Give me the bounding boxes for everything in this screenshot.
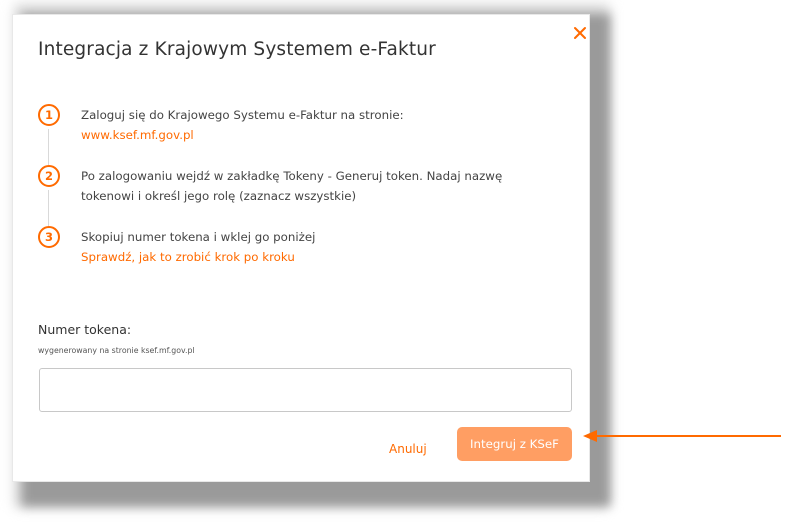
integrate-ksef-button[interactable]: Integruj z KSeF xyxy=(457,427,572,461)
step-description-cont: tokenowi i określ jego rolę (zaznacz wsz… xyxy=(81,189,357,203)
how-to-guide-link[interactable]: Sprawdź, jak to zrobić krok po kroku xyxy=(81,247,315,267)
screenshot-stage: Integracja z Krajowym Systemem e-Faktur … xyxy=(0,0,789,522)
close-icon[interactable] xyxy=(570,23,590,43)
dialog-title: Integracja z Krajowym Systemem e-Faktur xyxy=(38,39,436,60)
ksef-website-link[interactable]: www.ksef.mf.gov.pl xyxy=(81,125,404,145)
token-field-label: Numer tokena: xyxy=(38,322,132,337)
token-input[interactable] xyxy=(39,368,572,412)
step-description: Po zalogowaniu wejdź w zakładkę Tokeny -… xyxy=(81,169,503,183)
step-description: Skopiuj numer tokena i wklej go poniżej xyxy=(81,230,316,244)
token-field-hint: wygenerowany na stronie ksef.mf.gov.pl xyxy=(38,346,195,355)
step-text: Po zalogowaniu wejdź w zakładkę Tokeny -… xyxy=(81,166,502,206)
ksef-integration-dialog: Integracja z Krajowym Systemem e-Faktur … xyxy=(12,14,590,482)
step-text: Skopiuj numer tokena i wklej go poniżej … xyxy=(81,227,315,267)
annotation-arrow-icon xyxy=(583,430,781,442)
step-text: Zaloguj się do Krajowego Systemu e-Faktu… xyxy=(81,105,404,145)
step-connector-line xyxy=(48,129,49,165)
step-number-badge: 3 xyxy=(38,226,60,248)
step-connector-line xyxy=(48,190,49,226)
step-number-badge: 1 xyxy=(38,104,60,126)
step-number-badge: 2 xyxy=(38,165,60,187)
cancel-button[interactable]: Anuluj xyxy=(389,442,427,456)
step-description: Zaloguj się do Krajowego Systemu e-Faktu… xyxy=(81,108,404,122)
